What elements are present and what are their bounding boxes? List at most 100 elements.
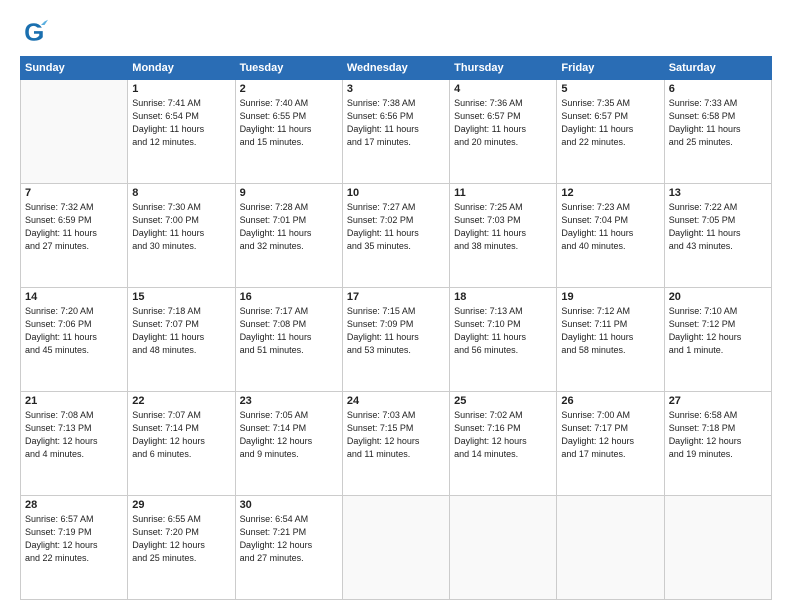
calendar-cell: 13Sunrise: 7:22 AM Sunset: 7:05 PM Dayli… <box>664 184 771 288</box>
day-info: Sunrise: 7:40 AM Sunset: 6:55 PM Dayligh… <box>240 97 338 149</box>
day-number: 7 <box>25 187 123 199</box>
day-info: Sunrise: 7:15 AM Sunset: 7:09 PM Dayligh… <box>347 305 445 357</box>
calendar-cell: 10 Sunrise: 7:27 AM Sunset: 7:02 PM Dayli… <box>342 184 449 288</box>
weekday-wednesday: Wednesday <box>342 57 449 80</box>
day-info: Sunrise: 6:57 AM Sunset: 7:19 PM Dayligh… <box>25 513 123 565</box>
day-info: Sunrise: 7:27 AM Sunset: 7:02 PM Dayligh… <box>347 201 445 253</box>
day-info: Sunrise: 7:10 AM Sunset: 7:12 PM Dayligh… <box>669 305 767 357</box>
calendar-cell: 4 Sunrise: 7:36 AM Sunset: 6:57 PM Daylig… <box>450 80 557 184</box>
calendar-cell: 2 Sunrise: 7:40 AM Sunset: 6:55 PM Daylig… <box>235 80 342 184</box>
day-number: 25 <box>454 395 552 407</box>
week-row-5: 28 Sunrise: 6:57 AM Sunset: 7:19 PM Dayli… <box>21 496 772 600</box>
day-number: 20 <box>669 291 767 303</box>
day-number: 3 <box>347 83 445 95</box>
day-number: 29 <box>132 499 230 511</box>
day-number: 28 <box>25 499 123 511</box>
calendar-cell: 14 Sunrise: 7:20 AM Sunset: 7:06 PM Dayli… <box>21 288 128 392</box>
calendar-cell <box>450 496 557 600</box>
calendar-cell <box>342 496 449 600</box>
day-number: 11 <box>454 187 552 199</box>
day-number: 9 <box>240 187 338 199</box>
calendar-table: SundayMondayTuesdayWednesdayThursdayFrid… <box>20 56 772 600</box>
day-number: 30 <box>240 499 338 511</box>
weekday-sunday: Sunday <box>21 57 128 80</box>
weekday-header-row: SundayMondayTuesdayWednesdayThursdayFrid… <box>21 57 772 80</box>
day-info: Sunrise: 7:28 AM Sunset: 7:01 PM Dayligh… <box>240 201 338 253</box>
calendar-cell: 26 Sunrise: 7:00 AM Sunset: 7:17 PM Dayli… <box>557 392 664 496</box>
week-row-3: 14 Sunrise: 7:20 AM Sunset: 7:06 PM Dayli… <box>21 288 772 392</box>
week-row-1: 1 Sunrise: 7:41 AM Sunset: 6:54 PM Daylig… <box>21 80 772 184</box>
day-number: 24 <box>347 395 445 407</box>
weekday-monday: Monday <box>128 57 235 80</box>
week-row-4: 21Sunrise: 7:08 AM Sunset: 7:13 PM Dayli… <box>21 392 772 496</box>
calendar-cell <box>557 496 664 600</box>
calendar-cell: 19Sunrise: 7:12 AM Sunset: 7:11 PM Dayli… <box>557 288 664 392</box>
day-number: 26 <box>561 395 659 407</box>
day-info: Sunrise: 7:03 AM Sunset: 7:15 PM Dayligh… <box>347 409 445 461</box>
day-info: Sunrise: 7:00 AM Sunset: 7:17 PM Dayligh… <box>561 409 659 461</box>
day-number: 12 <box>561 187 659 199</box>
day-info: Sunrise: 7:25 AM Sunset: 7:03 PM Dayligh… <box>454 201 552 253</box>
day-number: 1 <box>132 83 230 95</box>
day-number: 4 <box>454 83 552 95</box>
logo-icon <box>20 18 48 46</box>
logo <box>20 18 52 46</box>
day-info: Sunrise: 7:07 AM Sunset: 7:14 PM Dayligh… <box>132 409 230 461</box>
day-number: 10 <box>347 187 445 199</box>
day-info: Sunrise: 7:36 AM Sunset: 6:57 PM Dayligh… <box>454 97 552 149</box>
weekday-thursday: Thursday <box>450 57 557 80</box>
calendar-cell: 30 Sunrise: 6:54 AM Sunset: 7:21 PM Dayli… <box>235 496 342 600</box>
header <box>20 18 772 46</box>
calendar-cell: 18 Sunrise: 7:13 AM Sunset: 7:10 PM Dayli… <box>450 288 557 392</box>
weekday-saturday: Saturday <box>664 57 771 80</box>
calendar-cell: 20 Sunrise: 7:10 AM Sunset: 7:12 PM Dayli… <box>664 288 771 392</box>
day-info: Sunrise: 7:18 AM Sunset: 7:07 PM Dayligh… <box>132 305 230 357</box>
day-info: Sunrise: 7:41 AM Sunset: 6:54 PM Dayligh… <box>132 97 230 149</box>
day-info: Sunrise: 7:30 AM Sunset: 7:00 PM Dayligh… <box>132 201 230 253</box>
calendar-cell: 1 Sunrise: 7:41 AM Sunset: 6:54 PM Daylig… <box>128 80 235 184</box>
weekday-friday: Friday <box>557 57 664 80</box>
day-info: Sunrise: 7:33 AM Sunset: 6:58 PM Dayligh… <box>669 97 767 149</box>
day-info: Sunrise: 7:22 AM Sunset: 7:05 PM Dayligh… <box>669 201 767 253</box>
calendar-cell: 6 Sunrise: 7:33 AM Sunset: 6:58 PM Daylig… <box>664 80 771 184</box>
calendar-cell: 11 Sunrise: 7:25 AM Sunset: 7:03 PM Dayli… <box>450 184 557 288</box>
calendar-cell: 17 Sunrise: 7:15 AM Sunset: 7:09 PM Dayli… <box>342 288 449 392</box>
calendar-cell <box>21 80 128 184</box>
calendar-cell: 28 Sunrise: 6:57 AM Sunset: 7:19 PM Dayli… <box>21 496 128 600</box>
day-number: 17 <box>347 291 445 303</box>
calendar-cell: 12Sunrise: 7:23 AM Sunset: 7:04 PM Dayli… <box>557 184 664 288</box>
calendar-cell: 25 Sunrise: 7:02 AM Sunset: 7:16 PM Dayli… <box>450 392 557 496</box>
day-number: 2 <box>240 83 338 95</box>
day-number: 8 <box>132 187 230 199</box>
calendar-cell: 5 Sunrise: 7:35 AM Sunset: 6:57 PM Daylig… <box>557 80 664 184</box>
day-info: Sunrise: 7:05 AM Sunset: 7:14 PM Dayligh… <box>240 409 338 461</box>
day-info: Sunrise: 7:32 AM Sunset: 6:59 PM Dayligh… <box>25 201 123 253</box>
calendar-cell: 24 Sunrise: 7:03 AM Sunset: 7:15 PM Dayli… <box>342 392 449 496</box>
weekday-tuesday: Tuesday <box>235 57 342 80</box>
day-info: Sunrise: 7:13 AM Sunset: 7:10 PM Dayligh… <box>454 305 552 357</box>
day-number: 14 <box>25 291 123 303</box>
day-info: Sunrise: 6:58 AM Sunset: 7:18 PM Dayligh… <box>669 409 767 461</box>
day-info: Sunrise: 6:55 AM Sunset: 7:20 PM Dayligh… <box>132 513 230 565</box>
day-info: Sunrise: 7:20 AM Sunset: 7:06 PM Dayligh… <box>25 305 123 357</box>
calendar-cell: 21Sunrise: 7:08 AM Sunset: 7:13 PM Dayli… <box>21 392 128 496</box>
day-info: Sunrise: 6:54 AM Sunset: 7:21 PM Dayligh… <box>240 513 338 565</box>
day-number: 27 <box>669 395 767 407</box>
day-number: 6 <box>669 83 767 95</box>
calendar-cell: 15Sunrise: 7:18 AM Sunset: 7:07 PM Dayli… <box>128 288 235 392</box>
day-number: 5 <box>561 83 659 95</box>
day-number: 23 <box>240 395 338 407</box>
page: SundayMondayTuesdayWednesdayThursdayFrid… <box>0 0 792 612</box>
day-info: Sunrise: 7:38 AM Sunset: 6:56 PM Dayligh… <box>347 97 445 149</box>
calendar-cell: 8 Sunrise: 7:30 AM Sunset: 7:00 PM Daylig… <box>128 184 235 288</box>
calendar-cell: 22Sunrise: 7:07 AM Sunset: 7:14 PM Dayli… <box>128 392 235 496</box>
calendar-cell: 9 Sunrise: 7:28 AM Sunset: 7:01 PM Daylig… <box>235 184 342 288</box>
day-info: Sunrise: 7:02 AM Sunset: 7:16 PM Dayligh… <box>454 409 552 461</box>
day-number: 18 <box>454 291 552 303</box>
calendar-cell: 23 Sunrise: 7:05 AM Sunset: 7:14 PM Dayli… <box>235 392 342 496</box>
day-info: Sunrise: 7:35 AM Sunset: 6:57 PM Dayligh… <box>561 97 659 149</box>
calendar-cell: 7 Sunrise: 7:32 AM Sunset: 6:59 PM Daylig… <box>21 184 128 288</box>
day-info: Sunrise: 7:08 AM Sunset: 7:13 PM Dayligh… <box>25 409 123 461</box>
week-row-2: 7 Sunrise: 7:32 AM Sunset: 6:59 PM Daylig… <box>21 184 772 288</box>
calendar-cell: 29 Sunrise: 6:55 AM Sunset: 7:20 PM Dayli… <box>128 496 235 600</box>
